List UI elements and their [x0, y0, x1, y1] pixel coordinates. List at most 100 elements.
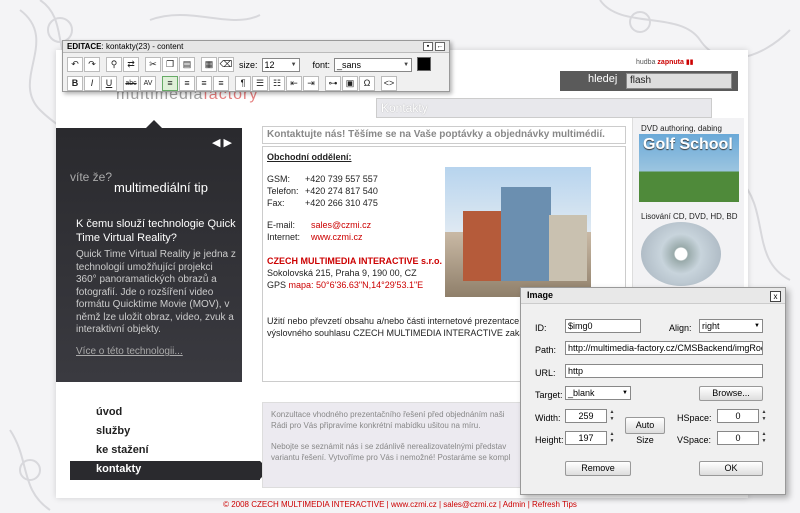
width-label: Width: [535, 413, 561, 423]
link-icon[interactable]: ⊶ [325, 76, 341, 91]
hspace-field[interactable]: 0 [717, 409, 759, 423]
paste-icon[interactable]: ▤ [179, 57, 195, 72]
golf-school-banner[interactable]: Golf School [639, 134, 739, 202]
office-building-image[interactable] [445, 167, 591, 297]
hspace-stepper-icon[interactable]: ▲ ▼ [760, 409, 768, 423]
outdent-icon[interactable]: ⇤ [286, 76, 302, 91]
building-left [463, 211, 503, 281]
id-field[interactable]: $img0 [565, 319, 641, 333]
site-footer[interactable]: © 2008 CZECH MULTIMEDIA INTERACTIVE | ww… [0, 500, 800, 509]
undo-icon[interactable]: ↶ [67, 57, 83, 72]
back-icon[interactable]: ← [435, 42, 445, 51]
email-label: E-mail: [267, 220, 296, 230]
tip-more-link[interactable]: Více o této technologii... [76, 346, 183, 357]
kerning-button[interactable]: AV [140, 76, 156, 91]
font-select[interactable]: _sans ▼ [334, 57, 413, 72]
width-field[interactable]: 259 [565, 409, 607, 423]
hspace-label: HSpace: [677, 413, 712, 423]
info-box: Konzultace vhodného prezentačního řešení… [262, 402, 526, 488]
height-stepper-icon[interactable]: ▲ ▼ [608, 431, 616, 445]
underline-button[interactable]: U [101, 76, 117, 91]
table-icon[interactable]: ▦ [201, 57, 217, 72]
cd-disc-image[interactable] [641, 222, 721, 286]
redo-icon[interactable]: ↷ [84, 57, 100, 72]
browse-button[interactable]: Browse... [699, 386, 763, 401]
nav-item[interactable]: ke stažení [70, 442, 260, 461]
height-field[interactable]: 197 [565, 431, 607, 445]
paragraph-icon[interactable]: ¶ [235, 76, 251, 91]
height-label: Height: [535, 435, 564, 445]
vspace-label: VSpace: [677, 435, 712, 445]
align-center-icon[interactable]: ≡ [179, 76, 195, 91]
align-value: right [702, 321, 720, 331]
auto-size-button[interactable]: Auto Size [625, 417, 665, 445]
font-label: font: [312, 59, 331, 70]
contact-label: Telefon: [267, 186, 299, 196]
image-icon[interactable]: ▣ [342, 76, 358, 91]
bullet-list-icon[interactable]: ☰ [252, 76, 268, 91]
replace-icon[interactable]: ⇄ [123, 57, 139, 72]
size-label: size: [239, 59, 258, 70]
tip-body: Quick Time Virtual Reality je jedna z te… [76, 249, 236, 335]
nav-item[interactable]: úvod [70, 404, 260, 423]
building-right [549, 215, 587, 281]
copy-icon[interactable]: ❐ [162, 57, 178, 72]
building-center [501, 187, 551, 281]
prev-tip-icon[interactable]: ◀ [212, 137, 220, 149]
tip-notch [146, 120, 162, 128]
size-select[interactable]: 12 ▼ [261, 57, 300, 72]
align-right-icon[interactable]: ≡ [196, 76, 212, 91]
nav-item[interactable]: kontakty [70, 461, 260, 480]
golf-school-title: Golf School [643, 136, 733, 153]
width-stepper-icon[interactable]: ▲ ▼ [608, 409, 616, 423]
font-color-picker[interactable] [417, 57, 431, 71]
find-icon[interactable]: ⚲ [106, 57, 122, 72]
vspace-stepper-icon[interactable]: ▲ ▼ [760, 431, 768, 445]
eraser-icon[interactable]: ⌫ [218, 57, 234, 72]
remove-button[interactable]: Remove [565, 461, 631, 476]
contact-value: +420 274 817 540 [305, 186, 378, 196]
indent-icon[interactable]: ⇥ [303, 76, 319, 91]
nav-item[interactable]: služby [70, 423, 260, 442]
align-justify-icon[interactable]: ≡ [213, 76, 229, 91]
source-code-icon[interactable]: <> [381, 76, 397, 91]
bold-button[interactable]: B [67, 76, 83, 91]
vspace-field[interactable]: 0 [717, 431, 759, 445]
email-link[interactable]: sales@czmi.cz [311, 219, 371, 231]
close-icon[interactable]: x [770, 291, 781, 302]
main-nav: úvod služby ke stažení kontakty [70, 404, 269, 480]
numbered-list-icon[interactable]: ☷ [269, 76, 285, 91]
image-dialog: Image x ID: $img0 Align: right ▼ Path: ht… [520, 287, 786, 495]
align-left-icon[interactable]: ≡ [162, 76, 178, 91]
target-select[interactable]: _blank ▼ [565, 386, 631, 400]
search-input[interactable]: flash [626, 73, 732, 89]
strike-button[interactable]: abc [123, 76, 139, 91]
content-heading: Kontaktujte nás! Těšíme se na Vaše poptá… [262, 126, 626, 144]
cut-icon[interactable]: ✂ [145, 57, 161, 72]
sound-toggle[interactable]: hudba zapnuta ▮▮ [636, 58, 694, 66]
nav-list: úvod služby ke stažení kontakty [70, 404, 260, 480]
align-select[interactable]: right ▼ [699, 319, 763, 333]
sound-state: zapnuta [657, 59, 684, 66]
italic-button[interactable]: I [84, 76, 100, 91]
info-p1: Konzultace vhodného prezentačního řešení… [271, 410, 505, 419]
page-title-tab: Kontakty [376, 98, 712, 118]
url-label: URL: [535, 368, 556, 378]
web-link[interactable]: www.czmi.cz [311, 231, 363, 243]
next-tip-icon[interactable]: ▶ [224, 137, 232, 149]
chevron-down-icon: ▼ [622, 390, 628, 396]
url-field[interactable]: http [565, 364, 763, 378]
tip-nav-arrows[interactable]: ◀ ▶ [212, 136, 232, 149]
contact-label: GSM: [267, 174, 291, 184]
contact-value: +420 266 310 475 [305, 198, 378, 208]
toolbar-row-1: ↶ ↷ ⚲ ⇄ ✂ ❐ ▤ ▦ ⌫ size: 12 ▼ font: _sans ▼ [67, 57, 413, 72]
ok-button[interactable]: OK [699, 461, 763, 476]
tip-panel: ◀ ▶ víte že? multimediální tip K čemu sl… [56, 120, 242, 382]
cd-pressing-label: Lisování CD, DVD, HD, BD [641, 212, 738, 221]
editor-title: EDITACE: kontakty(23) - content ▪ ← [63, 41, 449, 53]
section-title: Obchodní oddělení: [267, 152, 352, 162]
gps-map-link[interactable]: mapa: 50°6'36.63"N,14°29'53.1"E [289, 280, 424, 290]
save-icon[interactable]: ▪ [423, 42, 433, 51]
path-field[interactable]: http://multimedia-factory.cz/CMSBackend/… [565, 341, 763, 355]
special-char-icon[interactable]: Ω [359, 76, 375, 91]
